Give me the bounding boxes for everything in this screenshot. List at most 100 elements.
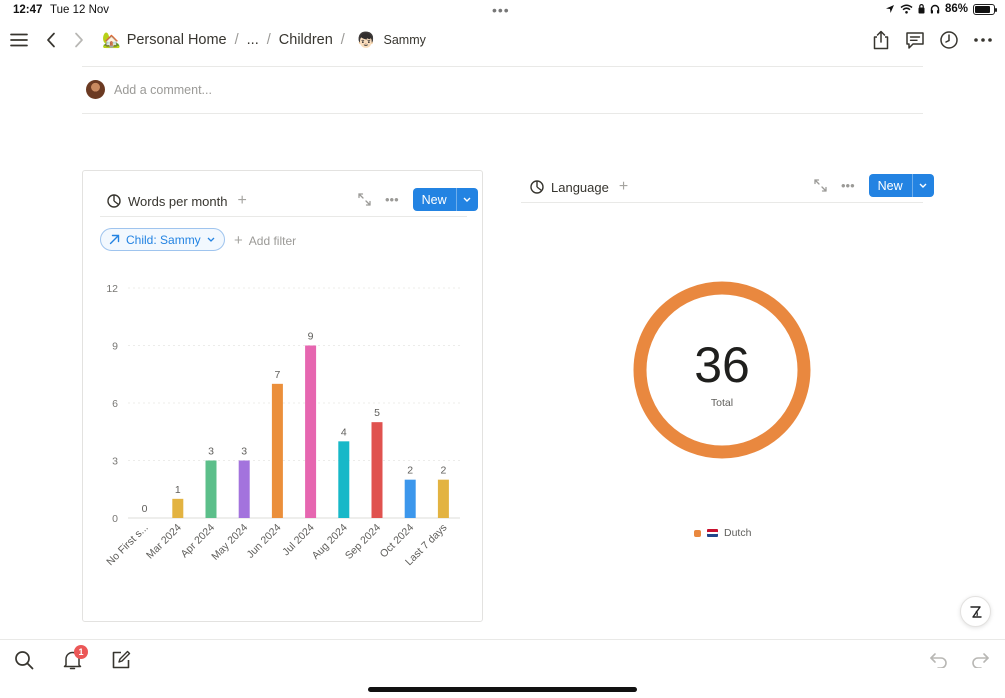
divider [521, 202, 923, 203]
netherlands-flag-icon [707, 529, 718, 537]
more-options-icon[interactable]: ••• [841, 178, 855, 193]
bar-data-label: 3 [208, 446, 214, 458]
words-card-tools: ••• New [358, 188, 478, 211]
redo-icon[interactable] [968, 648, 992, 672]
language-card-header: Language + [530, 178, 628, 196]
breadcrumb-current[interactable]: Sammy [384, 33, 426, 47]
comments-icon[interactable] [903, 28, 927, 52]
x-tick-label: No First s... [104, 522, 150, 568]
language-donut-chart: 36 Total [633, 281, 811, 459]
comment-row[interactable]: Add a comment... [86, 80, 212, 99]
bar-data-label: 7 [274, 369, 280, 381]
battery-icon [973, 3, 997, 15]
divider [100, 216, 467, 217]
relation-arrow-icon [109, 234, 120, 245]
add-filter-button[interactable]: + Add filter [234, 232, 296, 249]
breadcrumb: 🏡 Personal Home / ... / Children / 👦🏻 Sa… [102, 29, 426, 51]
bar-data-label: 9 [308, 331, 314, 343]
new-button-label[interactable]: New [413, 188, 456, 211]
y-tick-label: 6 [112, 398, 118, 410]
menu-icon[interactable] [7, 28, 31, 52]
multitask-dots-icon[interactable]: ••• [492, 2, 510, 18]
legend-color-swatch [694, 529, 701, 537]
bar [371, 422, 383, 518]
home-indicator[interactable] [368, 687, 637, 692]
language-card-tools: ••• New [814, 174, 934, 197]
bar [205, 460, 217, 518]
lock-rotation-icon [918, 4, 925, 14]
bar [404, 479, 416, 518]
status-date: Tue 12 Nov [50, 4, 110, 16]
top-nav: 🏡 Personal Home / ... / Children / 👦🏻 Sa… [0, 24, 1005, 56]
new-button[interactable]: New [412, 188, 478, 211]
back-icon[interactable] [39, 28, 63, 52]
bar-data-label: 2 [407, 465, 413, 477]
bar-data-label: 2 [440, 465, 446, 477]
chart-icon [107, 194, 121, 208]
legend-label[interactable]: Dutch [724, 527, 751, 539]
house-icon: 🏡 [102, 32, 121, 49]
ai-assistant-button[interactable] [960, 596, 991, 627]
battery-percent: 86% [944, 3, 968, 15]
status-time: 12:47 [13, 4, 43, 16]
share-icon[interactable] [869, 28, 893, 52]
filter-chip-label[interactable]: Child: Sammy [126, 233, 201, 247]
chevron-down-icon [207, 237, 215, 242]
compose-icon[interactable] [109, 648, 133, 672]
headphones-icon [930, 4, 940, 14]
divider [82, 113, 923, 114]
new-button-label[interactable]: New [869, 174, 912, 197]
search-icon[interactable] [12, 648, 36, 672]
bar-data-label: 1 [175, 484, 181, 496]
more-icon[interactable] [971, 28, 995, 52]
undo-icon[interactable] [927, 648, 951, 672]
forward-icon[interactable] [67, 28, 91, 52]
bar-data-label: 3 [241, 446, 247, 458]
plus-icon: + [234, 232, 243, 249]
donut-total-label: Total [711, 397, 733, 409]
breadcrumb-children[interactable]: Children [279, 32, 333, 48]
x-tick-label: Sep 2024 [343, 522, 383, 562]
chevron-down-icon[interactable] [911, 174, 934, 197]
comment-input[interactable]: Add a comment... [114, 83, 212, 97]
language-card-title[interactable]: Language [551, 180, 609, 195]
add-view-icon[interactable]: + [237, 192, 246, 210]
y-tick-label: 0 [112, 513, 118, 525]
avatar [86, 80, 105, 99]
notification-badge: 1 [74, 645, 88, 659]
status-right: 86% [885, 3, 997, 15]
bar-data-label: 5 [374, 407, 380, 419]
words-card-header: Words per month + [107, 192, 247, 210]
donut-total-value: 36 [694, 337, 750, 393]
donut-legend: Dutch [694, 527, 751, 539]
breadcrumb-ellipsis[interactable]: ... [247, 32, 259, 48]
x-tick-label: May 2024 [209, 522, 250, 563]
breadcrumb-separator: / [234, 32, 239, 48]
battery-fill [975, 5, 991, 13]
x-tick-label: Mar 2024 [144, 522, 184, 562]
divider [82, 66, 923, 67]
boy-face-icon: 👦🏻 [356, 32, 376, 49]
expand-icon[interactable] [814, 179, 827, 192]
wifi-icon [900, 4, 913, 14]
more-options-icon[interactable]: ••• [385, 192, 399, 207]
bar [338, 441, 350, 518]
add-filter-label[interactable]: Add filter [249, 234, 296, 248]
breadcrumb-separator: / [266, 32, 271, 48]
add-view-icon[interactable]: + [619, 178, 628, 196]
words-card-title[interactable]: Words per month [128, 194, 227, 209]
new-button[interactable]: New [868, 174, 934, 197]
words-bar-chart: 0369120No First s...1Mar 20243Apr 20243M… [104, 283, 460, 568]
chevron-down-icon[interactable] [455, 188, 478, 211]
chart-icon [530, 180, 544, 194]
bar-data-label: 0 [142, 503, 148, 515]
expand-icon[interactable] [358, 193, 371, 206]
history-icon[interactable] [937, 28, 961, 52]
bar [271, 383, 283, 518]
bar [238, 460, 250, 518]
bar [437, 479, 449, 518]
breadcrumb-home[interactable]: Personal Home [127, 32, 227, 48]
x-tick-label: Jun 2024 [244, 522, 283, 561]
bar [305, 345, 317, 518]
filter-chip-child[interactable]: Child: Sammy [100, 228, 225, 251]
